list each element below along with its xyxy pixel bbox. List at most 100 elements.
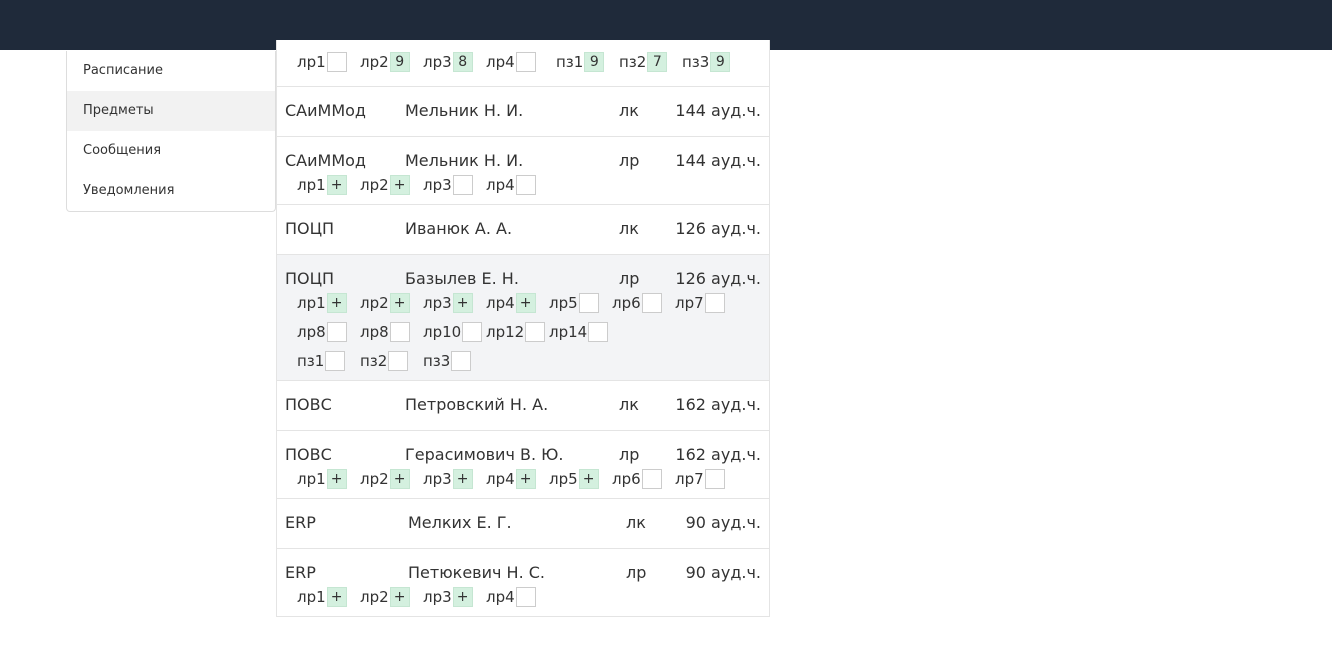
mark-box[interactable] [389,322,410,342]
sidebar-item-subjects[interactable]: Предметы [67,91,275,131]
mark-label: лр3 [423,470,452,488]
subject-row[interactable]: ПОВС Герасимович В. Ю. лр 162 ауд.ч. [277,431,769,465]
mark-box[interactable] [704,293,725,313]
mark-label: пз2 [619,53,647,71]
subject-row[interactable]: САиММод Мельник Н. И. лр 144 ауд.ч. [277,137,769,171]
sidebar-item-messages[interactable]: Сообщения [67,131,275,171]
mark-box[interactable]: + [452,469,473,489]
marks-line: лр1 + лр2 + лр3 + лр4 [297,583,769,612]
mark-label: лр1 [297,470,326,488]
class-type: лр [619,269,640,288]
mark-box[interactable]: + [389,293,410,313]
mark-box[interactable] [388,351,409,371]
subject-row[interactable]: САиММод Мельник Н. И. лк 144 ауд.ч. [277,87,769,136]
marks-area: лр1 + лр2 + лр3 + лр4 + лр5 лр6 лр7 лр8 лр8 лр10 лр12 л… [277,289,769,380]
mark-box[interactable] [525,322,546,342]
mark-box[interactable]: + [326,469,347,489]
mark-label: лр2 [360,176,389,194]
mark-item: лр6 [612,293,662,313]
teacher-name: Иванюк А. А. [405,219,513,238]
subject-card: ERP Петюкевич Н. С. лр 90 ауд.ч. лр1 + лр2 + лр3… [276,549,770,617]
sidebar-item-notifications[interactable]: Уведомления [67,171,275,211]
mark-label: лр1 [297,294,326,312]
mark-item: лр2 + [360,469,410,489]
mark-label: пз2 [360,352,388,370]
mark-box[interactable]: 9 [389,52,410,72]
mark-box[interactable]: + [452,293,473,313]
mark-label: лр3 [423,176,452,194]
mark-label: лр1 [297,176,326,194]
mark-label: лр6 [612,470,641,488]
sidebar-item-schedule[interactable]: Расписание [67,51,275,91]
mark-label: лр2 [360,588,389,606]
mark-box[interactable] [515,175,536,195]
mark-item: лр14 [549,322,609,342]
mark-box[interactable] [326,52,347,72]
subject-row[interactable]: ERP Петюкевич Н. С. лр 90 ауд.ч. [277,549,769,583]
subject-name: ПОЦП [285,219,335,238]
class-type: лр [619,445,640,464]
subject-card: ПОВС Петровский Н. А. лк 162 ауд.ч. [276,381,770,431]
mark-box[interactable] [641,293,662,313]
subject-name: ПОВС [285,395,332,414]
subject-row[interactable]: ПОЦП Иванюк А. А. лк 126 ауд.ч. [277,205,769,254]
mark-item: лр7 [675,293,725,313]
mark-box[interactable] [452,175,473,195]
mark-item: лр6 [612,469,662,489]
mark-item: лр1 + [297,175,347,195]
mark-box[interactable] [462,322,483,342]
subject-row[interactable]: ERP Мелких Е. Г. лк 90 ауд.ч. [277,499,769,548]
mark-box[interactable]: + [515,293,536,313]
mark-label: лр4 [486,470,515,488]
mark-item: лр1 + [297,587,347,607]
mark-label: лр1 [297,53,326,71]
mark-box[interactable]: 9 [710,52,731,72]
teacher-name: Петюкевич Н. С. [408,563,545,582]
subject-name: ПОЦП [285,269,335,288]
mark-item: лр10 [423,322,483,342]
mark-box[interactable]: + [326,175,347,195]
mark-label: лр3 [423,588,452,606]
mark-box[interactable]: 7 [647,52,668,72]
mark-box[interactable] [451,351,472,371]
mark-label: лр3 [423,53,452,71]
mark-item: лр1 [297,52,347,72]
mark-box[interactable] [325,351,346,371]
mark-box[interactable]: 8 [452,52,473,72]
mark-box[interactable]: + [452,587,473,607]
mark-box[interactable]: 9 [584,52,605,72]
marks-area: лр1 лр2 9 лр3 8 лр4 пз1 9 пз2 7 пз3 9 [277,48,769,77]
mark-box[interactable]: + [326,587,347,607]
mark-box[interactable] [641,469,662,489]
subject-card: ERP Мелких Е. Г. лк 90 ауд.ч. [276,499,770,549]
mark-box[interactable] [515,587,536,607]
subject-card: САиММод Мельник Н. И. лр 144 ауд.ч. лр1 + лр2 +… [276,137,770,205]
teacher-name: Мелких Е. Г. [408,513,512,532]
subject-row[interactable]: ПОВС Петровский Н. А. лк 162 ауд.ч. [277,381,769,430]
mark-box[interactable]: + [578,469,599,489]
mark-item: пз3 [423,351,472,371]
mark-box[interactable] [588,322,609,342]
mark-label: лр4 [486,588,515,606]
hours-count: 126 ауд.ч. [675,219,761,238]
mark-box[interactable] [578,293,599,313]
mark-item: лр4 + [486,469,536,489]
subject-row[interactable]: ПОЦП Базылев Е. Н. лр 126 ауд.ч. [277,255,769,289]
mark-box[interactable] [326,322,347,342]
mark-label: пз3 [682,53,710,71]
mark-box[interactable] [704,469,725,489]
mark-box[interactable] [515,52,536,72]
mark-item: лр5 [549,293,599,313]
mark-box[interactable]: + [389,469,410,489]
mark-label: лр2 [360,294,389,312]
mark-label: лр2 [360,470,389,488]
subject-name: ERP [285,513,316,532]
mark-box[interactable]: + [326,293,347,313]
mark-box[interactable]: + [389,175,410,195]
mark-box[interactable]: + [389,587,410,607]
mark-item: пз1 [297,351,346,371]
mark-label: лр4 [486,53,515,71]
mark-box[interactable]: + [515,469,536,489]
subject-card: ПОВС Герасимович В. Ю. лр 162 ауд.ч. лр1 + лр2… [276,431,770,499]
sidebar-menu: Расписание Предметы Сообщения Уведомлени… [66,51,276,212]
